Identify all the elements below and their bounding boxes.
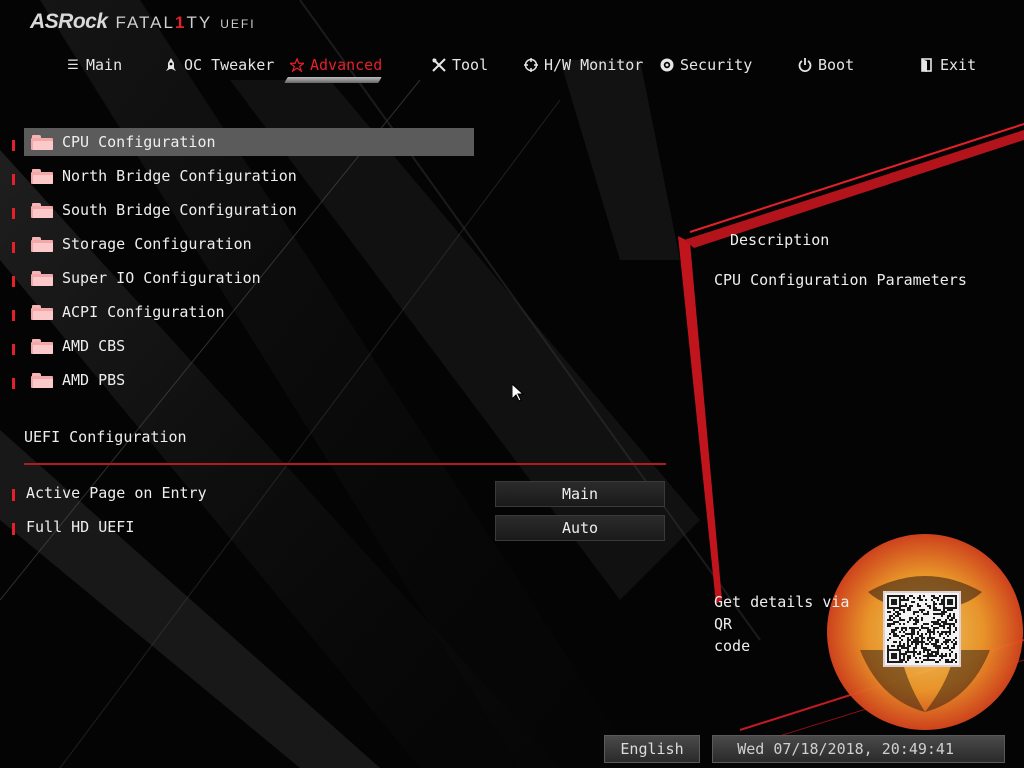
- menu-item-label: North Bridge Configuration: [62, 167, 297, 185]
- menu-item-amd-cbs[interactable]: AMD CBS: [12, 332, 474, 360]
- tab-main[interactable]: ☰ Main: [66, 52, 122, 78]
- menu-item-cpu-configuration[interactable]: CPU Configuration: [12, 128, 474, 156]
- row-marker: [12, 523, 15, 535]
- qr-caption-line: code: [714, 637, 751, 655]
- qr-caption: Get details via QR code: [714, 591, 874, 657]
- tab-label: H/W Monitor: [544, 56, 644, 74]
- row-marker: [12, 140, 15, 151]
- tab-exit[interactable]: Exit: [920, 52, 976, 78]
- tab-label: Main: [86, 56, 123, 74]
- tab-label: OC Tweaker: [184, 56, 275, 74]
- active-tab-indicator: [284, 77, 382, 83]
- menu-item-super-io-configuration[interactable]: Super IO Configuration: [12, 264, 474, 292]
- menu-item-label: AMD PBS: [62, 371, 126, 389]
- folder-icon: [31, 304, 53, 320]
- menu-item-north-bridge-configuration[interactable]: North Bridge Configuration: [12, 162, 474, 190]
- tab-security[interactable]: Security: [660, 52, 752, 78]
- folder-icon: [31, 338, 53, 354]
- exit-icon: [920, 58, 934, 72]
- firmware-label: UEFI: [220, 17, 256, 31]
- menu-item-label: Super IO Configuration: [62, 269, 261, 287]
- series-one: 1: [174, 13, 187, 32]
- series-suffix: TY: [186, 13, 213, 32]
- setting-full-hd-uefi: Full HD UEFI Auto: [0, 515, 670, 541]
- row-marker: [12, 276, 15, 287]
- menu-item-storage-configuration[interactable]: Storage Configuration: [12, 230, 474, 258]
- qr-caption-line: Get details via QR: [714, 593, 850, 633]
- crosshair-icon: [524, 58, 538, 72]
- row-marker: [12, 242, 15, 253]
- tab-oc-tweaker[interactable]: OC Tweaker: [164, 52, 274, 78]
- tab-label: Exit: [940, 56, 977, 74]
- row-marker: [12, 174, 15, 185]
- tab-label: Advanced: [310, 56, 383, 74]
- series-logo: FATAL1TY: [116, 13, 213, 33]
- section-title: UEFI Configuration: [24, 428, 187, 446]
- row-marker: [12, 378, 15, 389]
- datetime-display: Wed 07/18/2018, 20:49:41: [712, 735, 1005, 763]
- tab-boot[interactable]: Boot: [798, 52, 854, 78]
- menu-item-label: CPU Configuration: [62, 133, 216, 151]
- row-marker: [12, 489, 15, 501]
- qr-code-icon: [883, 591, 961, 667]
- folder-icon: [31, 168, 53, 184]
- full-hd-uefi-select[interactable]: Auto: [495, 515, 665, 541]
- tab-advanced[interactable]: Advanced: [290, 52, 382, 78]
- rocket-icon: [164, 58, 178, 72]
- section-divider: [24, 463, 666, 465]
- tab-label: Boot: [818, 56, 855, 74]
- mouse-cursor-icon: [511, 382, 525, 406]
- row-marker: [12, 344, 15, 355]
- setting-label: Active Page on Entry: [26, 484, 207, 502]
- description-text: CPU Configuration Parameters: [714, 271, 967, 289]
- brand-name: ASRock: [30, 10, 108, 33]
- row-marker: [12, 310, 15, 321]
- series-prefix: FATAL: [115, 13, 175, 32]
- tools-icon: [432, 58, 446, 72]
- top-nav: ☰ Main OC Tweaker Advanced Tool H/W Moni…: [0, 48, 1024, 83]
- shield-icon: [660, 58, 674, 72]
- setting-active-page-on-entry: Active Page on Entry Main: [0, 481, 670, 507]
- star-icon: [290, 58, 304, 72]
- menu-item-label: AMD CBS: [62, 337, 126, 355]
- active-page-select[interactable]: Main: [495, 481, 665, 507]
- folder-icon: [31, 134, 53, 150]
- menu-item-label: Storage Configuration: [62, 235, 252, 253]
- tab-tool[interactable]: Tool: [432, 52, 488, 78]
- description-title: Description: [730, 231, 830, 249]
- list-icon: ☰: [67, 57, 79, 73]
- tab-hw-monitor[interactable]: H/W Monitor: [524, 52, 643, 78]
- setting-label: Full HD UEFI: [26, 518, 135, 536]
- folder-icon: [31, 236, 53, 252]
- menu-item-amd-pbs[interactable]: AMD PBS: [12, 366, 474, 394]
- menu-item-label: ACPI Configuration: [62, 303, 225, 321]
- tab-label: Tool: [452, 56, 489, 74]
- tab-label: Security: [680, 56, 753, 74]
- menu-item-label: South Bridge Configuration: [62, 201, 297, 219]
- row-marker: [12, 208, 15, 219]
- brand-logo: ASRock FATAL1TY UEFI: [30, 10, 256, 36]
- power-icon: [798, 58, 812, 72]
- folder-icon: [31, 270, 53, 286]
- folder-icon: [31, 372, 53, 388]
- menu-item-south-bridge-configuration[interactable]: South Bridge Configuration: [12, 196, 474, 224]
- menu-item-acpi-configuration[interactable]: ACPI Configuration: [12, 298, 474, 326]
- folder-icon: [31, 202, 53, 218]
- language-button[interactable]: English: [604, 735, 700, 763]
